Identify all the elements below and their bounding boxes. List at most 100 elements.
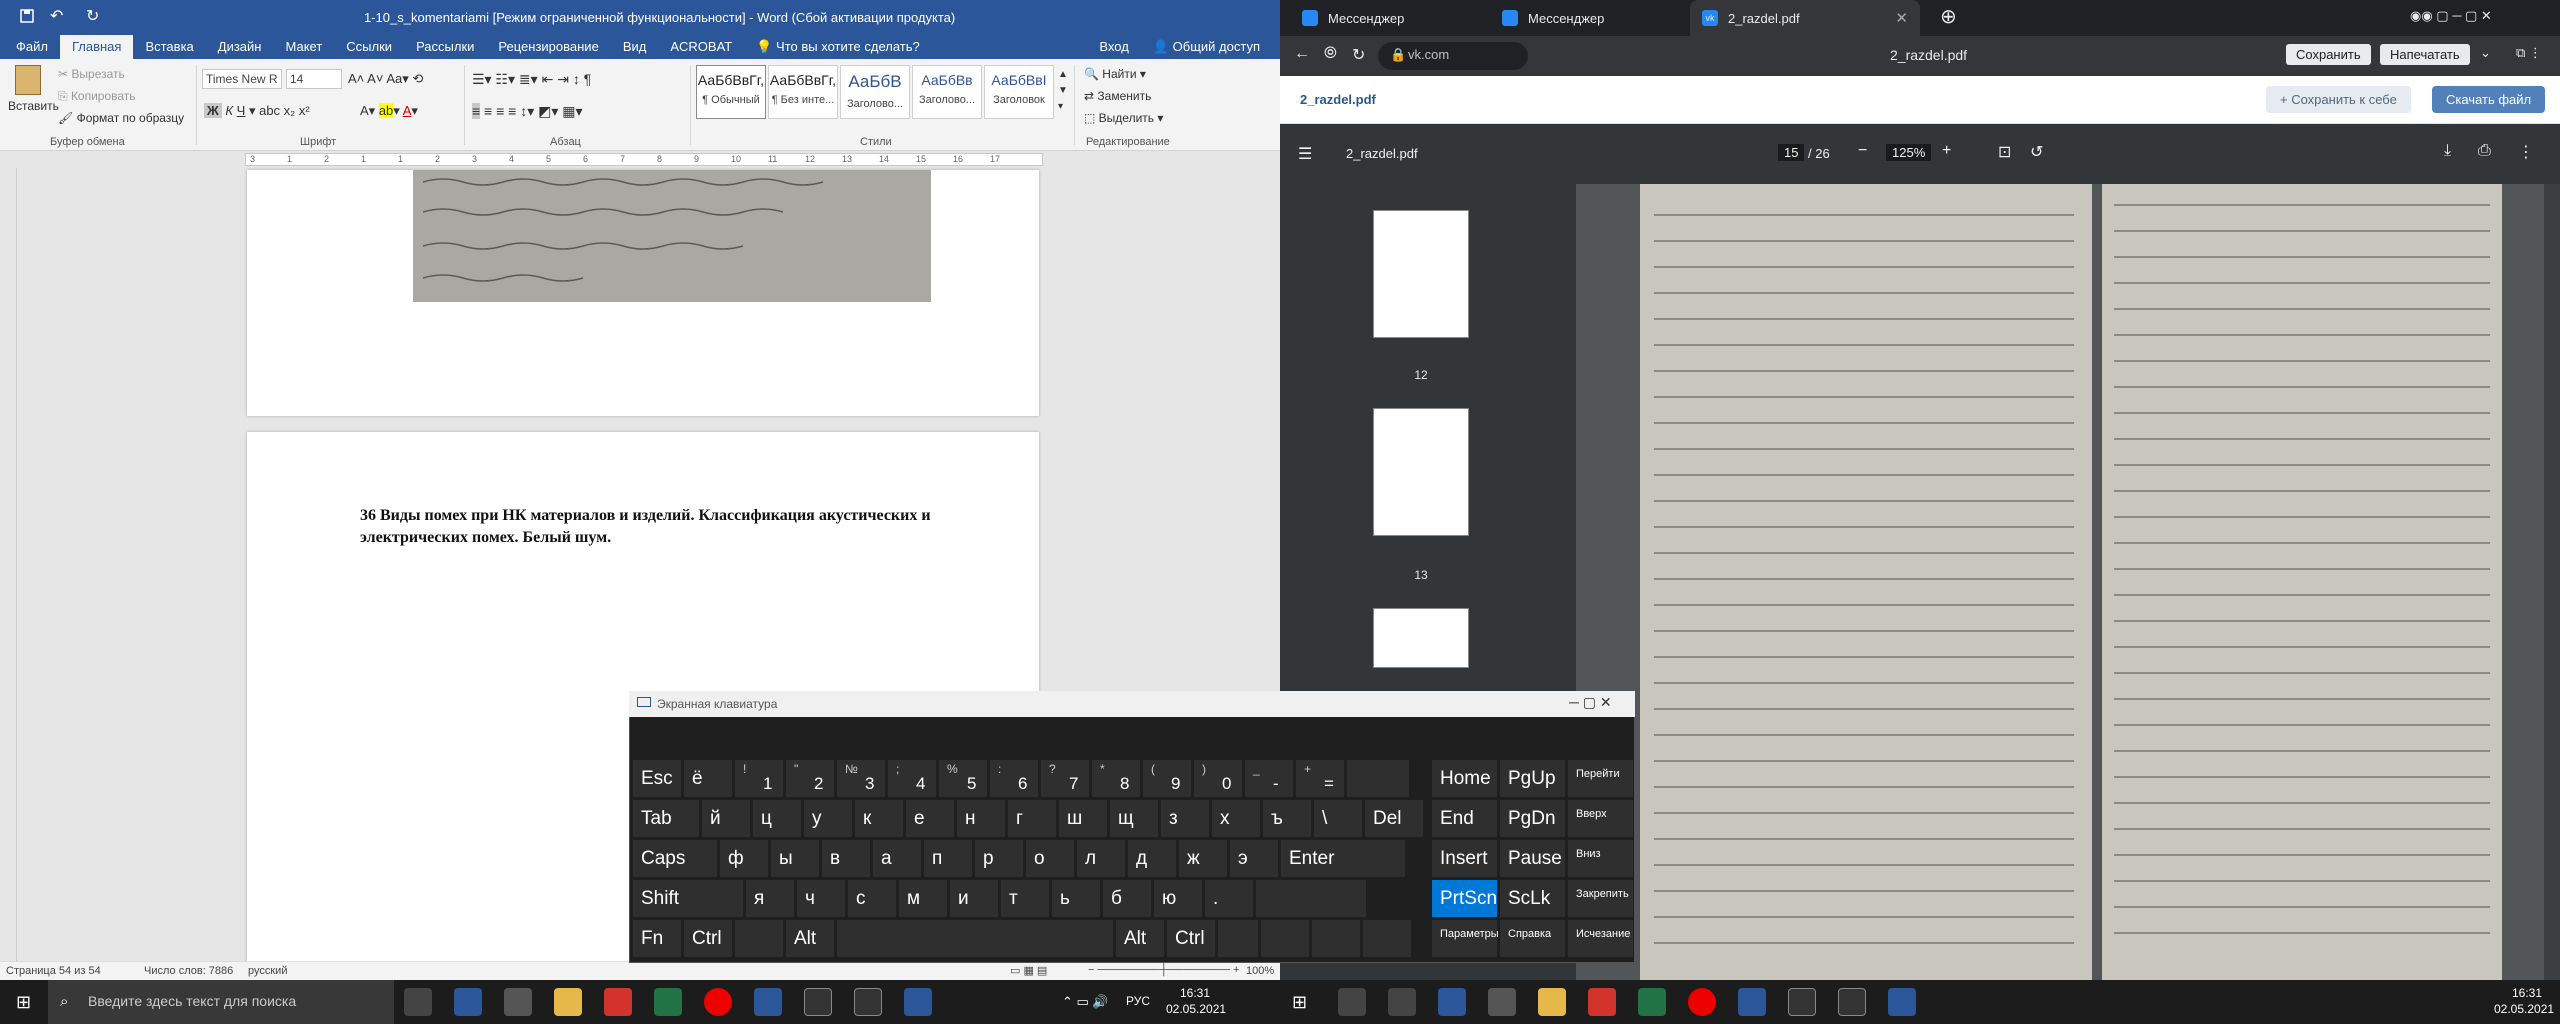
- key-digit[interactable]: ) 0: [1194, 760, 1242, 797]
- style-no-spacing[interactable]: АаБбВвГг, ¶ Без инте...: [768, 65, 838, 119]
- arrow-up-key[interactable]: [1261, 880, 1309, 917]
- page-number-input[interactable]: 15: [1778, 144, 1805, 161]
- select-button[interactable]: ⬚ Выделить ▾: [1084, 111, 1163, 125]
- app-icon[interactable]: [1888, 988, 1916, 1016]
- tab-mailings[interactable]: Рассылки: [404, 35, 486, 59]
- app-icon[interactable]: [904, 988, 932, 1016]
- reload-icon[interactable]: ↻: [1352, 45, 1365, 65]
- key-letter[interactable]: к: [855, 800, 903, 837]
- nav-key[interactable]: Справка: [1500, 920, 1565, 957]
- chevron-down-icon[interactable]: ⌄: [2480, 45, 2491, 61]
- key-letter[interactable]: й: [702, 800, 750, 837]
- tab-insert[interactable]: Вставка: [133, 35, 205, 59]
- new-tab-icon[interactable]: ⊕: [1940, 4, 1957, 29]
- nav-key[interactable]: Исчезание: [1568, 920, 1633, 957]
- more-icon[interactable]: ⋮: [2518, 142, 2534, 162]
- close-icon[interactable]: ✕: [1895, 9, 1908, 27]
- key-digit[interactable]: % 5: [939, 760, 987, 797]
- key-letter[interactable]: я: [746, 880, 794, 917]
- key-letter[interactable]: .: [1205, 880, 1253, 917]
- file-link[interactable]: 2_razdel.pdf: [1300, 92, 1376, 107]
- key-digit[interactable]: :6: [990, 760, 1038, 797]
- key-letter[interactable]: г: [1008, 800, 1056, 837]
- print-icon[interactable]: ⎙: [2478, 142, 2491, 160]
- key-letter[interactable]: в: [822, 840, 870, 877]
- alt-key[interactable]: Alt: [1116, 920, 1164, 957]
- key-letter[interactable]: л: [1077, 840, 1125, 877]
- replace-button[interactable]: ⇄ Заменить: [1084, 89, 1151, 103]
- shift-key[interactable]: Shift: [633, 880, 743, 917]
- thumbnail-page[interactable]: [1373, 608, 1469, 668]
- save-button[interactable]: Сохранить: [2286, 44, 2371, 65]
- grow-shrink-font-buttons[interactable]: A˄ A˅ Aa▾ ⟲: [348, 71, 423, 87]
- key-digit[interactable]: * 8: [1092, 760, 1140, 797]
- bold-italic-underline[interactable]: Ж К Ч ▾ abc x₂ x²: [204, 103, 310, 119]
- start-icon[interactable]: ⊞: [1292, 992, 1307, 1013]
- window-controls[interactable]: ◉◉ ▢ ─ ▢ ✕: [2410, 8, 2492, 24]
- save-icon[interactable]: [20, 9, 34, 23]
- task-view-icon[interactable]: [404, 988, 432, 1016]
- key-0[interactable]: Esc: [633, 760, 681, 797]
- cut-button[interactable]: ✂ Вырезать: [58, 67, 125, 81]
- print-button[interactable]: Напечатать: [2380, 44, 2470, 65]
- nav-key[interactable]: ScLk: [1500, 880, 1565, 917]
- nav-key[interactable]: Параметры: [1432, 920, 1499, 957]
- download-icon[interactable]: ⤓: [2444, 142, 2451, 160]
- tab-key[interactable]: Tab: [633, 800, 699, 837]
- excel-icon[interactable]: [654, 988, 682, 1016]
- fn-key[interactable]: Fn: [633, 920, 681, 957]
- key-letter[interactable]: н: [957, 800, 1005, 837]
- tab-file[interactable]: Файл: [4, 35, 60, 59]
- search-icon[interactable]: [1338, 988, 1366, 1016]
- nav-key[interactable]: Закрепить: [1568, 880, 1633, 917]
- key-letter[interactable]: ш: [1059, 800, 1107, 837]
- tab-view[interactable]: Вид: [611, 35, 659, 59]
- key-letter[interactable]: и: [950, 880, 998, 917]
- rotate-icon[interactable]: ↺: [2030, 142, 2043, 162]
- undo-icon[interactable]: ↶: [50, 6, 63, 26]
- key-letter[interactable]: ю: [1154, 880, 1202, 917]
- backspace-key[interactable]: [1347, 760, 1409, 797]
- nav-key[interactable]: Home: [1432, 760, 1497, 797]
- calculator-icon[interactable]: [454, 988, 482, 1016]
- thumbnail-page[interactable]: [1373, 210, 1469, 338]
- nav-key[interactable]: Вверх: [1568, 800, 1633, 837]
- format-painter-button[interactable]: 🖌 Формат по образцу: [58, 111, 184, 125]
- style-heading-1[interactable]: АаБбВ Заголово...: [840, 65, 910, 119]
- key-letter[interactable]: м: [899, 880, 947, 917]
- key-letter[interactable]: р: [975, 840, 1023, 877]
- pdf-reader-icon[interactable]: [1588, 988, 1616, 1016]
- download-button[interactable]: Скачать файл: [2432, 86, 2546, 113]
- nav-key[interactable]: Перейти: [1568, 760, 1633, 797]
- key-digit[interactable]: ? 7: [1041, 760, 1089, 797]
- tab-references[interactable]: Ссылки: [334, 35, 404, 59]
- ctrl-key[interactable]: Ctrl: [684, 920, 732, 957]
- back-icon[interactable]: ←: [1294, 45, 1310, 63]
- key-letter[interactable]: щ: [1110, 800, 1158, 837]
- arrow-left-key[interactable]: [1218, 920, 1258, 957]
- key-letter[interactable]: ч: [797, 880, 845, 917]
- language-indicator[interactable]: РУС: [1126, 994, 1150, 1008]
- caps-key[interactable]: Caps: [633, 840, 717, 877]
- pdf-reader-icon[interactable]: [604, 988, 632, 1016]
- style-heading-3[interactable]: АаБбВвІ Заголовок: [984, 65, 1054, 119]
- arrow-down-key[interactable]: [1261, 920, 1309, 957]
- font-name-select[interactable]: Times New R: [202, 69, 282, 89]
- tab-pdf[interactable]: vk 2_razdel.pdf ✕: [1690, 0, 1920, 36]
- font-size-select[interactable]: 14: [286, 69, 342, 89]
- keyboard-window-controls[interactable]: ─ ▢ ✕: [1569, 694, 1612, 711]
- save-to-self-button[interactable]: + Сохранить к себе: [2266, 86, 2411, 113]
- copy-button[interactable]: ⎘ Копировать: [58, 89, 136, 104]
- paste-button[interactable]: Вставить: [8, 65, 59, 113]
- excel-icon[interactable]: [1638, 988, 1666, 1016]
- explorer-icon[interactable]: [554, 988, 582, 1016]
- explorer-icon[interactable]: [1538, 988, 1566, 1016]
- key-letter[interactable]: е: [906, 800, 954, 837]
- nav-key[interactable]: Вниз: [1568, 840, 1633, 877]
- menu-key[interactable]: [1363, 920, 1411, 957]
- word-icon[interactable]: [754, 988, 782, 1016]
- key-1[interactable]: ё: [684, 760, 732, 797]
- calculator-icon[interactable]: [1438, 988, 1466, 1016]
- find-button[interactable]: 🔍 Найти ▾: [1084, 67, 1146, 81]
- key-letter[interactable]: з: [1161, 800, 1209, 837]
